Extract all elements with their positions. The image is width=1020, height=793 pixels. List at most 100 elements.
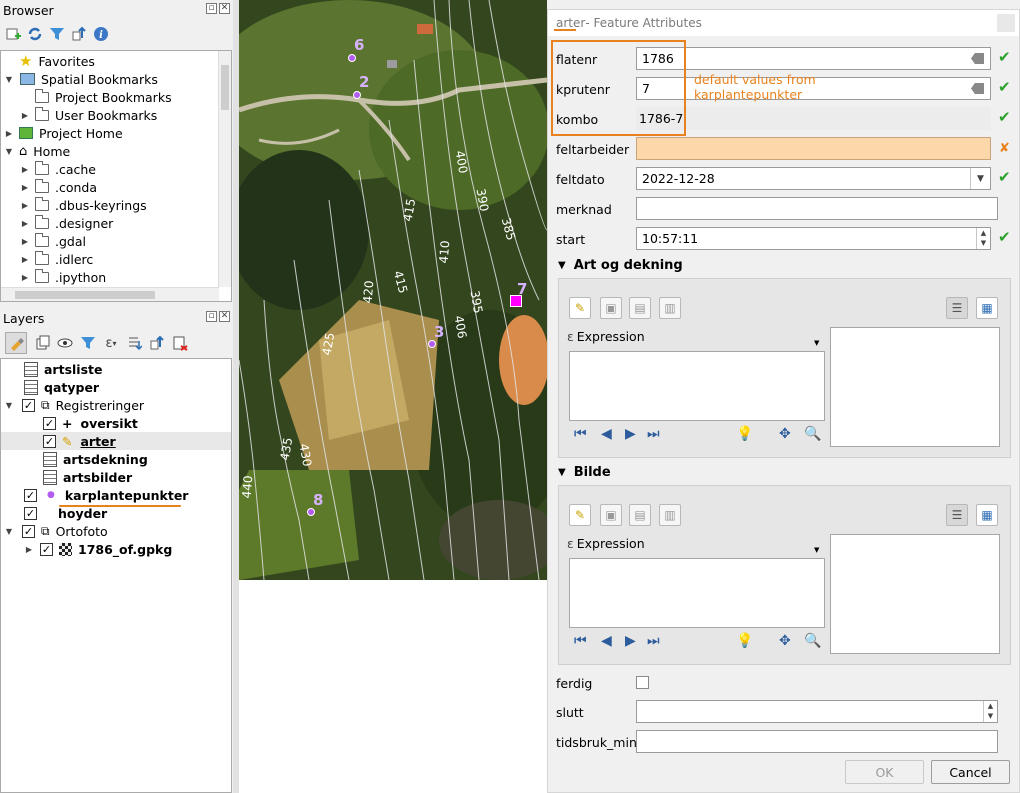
chevron-right-icon[interactable]: ▶ [20,164,30,174]
layer-qatyper[interactable]: qatyper [24,378,99,396]
close-icon[interactable]: ✕ [219,311,230,322]
chevron-down-icon[interactable]: ▼ [558,467,566,478]
table-view-icon[interactable]: ▦ [976,504,998,526]
map-canvas[interactable]: 400 390 385 415 410 395 420 415 406 425 … [239,0,547,580]
expression-selector[interactable]: ε Expression [567,329,645,344]
layer-checkbox[interactable]: ✓ [22,398,35,412]
chevron-down-icon[interactable]: ▼ [558,260,566,271]
browser-item-ipython[interactable]: ▶ .ipython [20,268,106,286]
form-view-icon[interactable]: ☰ [946,504,968,526]
highlight-feature-icon[interactable]: 💡 [736,633,753,649]
table-view-icon[interactable]: ▦ [976,297,998,319]
chevron-right-icon[interactable]: ▶ [20,236,30,246]
map-point[interactable] [353,91,361,99]
next-feature-icon[interactable]: ▶ [625,633,636,649]
previous-feature-icon[interactable]: ◀ [601,633,612,649]
pan-to-feature-icon[interactable]: ✥ [779,426,791,442]
delete-child-icon[interactable]: ▥ [659,297,681,319]
first-feature-icon[interactable]: ⏮ [574,633,587,649]
float-icon[interactable]: ▫ [206,311,217,322]
map-point[interactable] [428,340,436,348]
collapse-all-icon[interactable] [71,26,87,42]
add-group-icon[interactable] [34,335,50,351]
group-ortofoto[interactable]: ▼ ✓ ⧉ Ortofoto [4,522,108,540]
chevron-down-icon[interactable]: ▼ [4,526,14,536]
slutt-field[interactable]: ▲ ▼ [636,700,998,723]
add-layer-icon[interactable] [5,26,21,42]
layer-artsdekning[interactable]: artsdekning [43,450,148,468]
child-feature-list[interactable] [569,558,825,628]
zoom-to-feature-icon[interactable]: 🔍 [804,426,821,442]
chevron-down-icon[interactable]: ▼ [4,146,14,156]
chevron-right-icon[interactable]: ▶ [20,218,30,228]
remove-layer-icon[interactable] [172,335,188,351]
layer-artsliste[interactable]: artsliste [24,360,102,378]
browser-item-spatial-bookmarks[interactable]: ▼ Spatial Bookmarks [4,70,158,88]
browser-item-favorites[interactable]: ★ Favorites [19,52,95,70]
layer-checkbox[interactable]: ✓ [22,524,35,538]
chevron-down-icon[interactable]: ▼ [814,339,819,347]
close-button[interactable] [997,14,1015,32]
spinbox-arrows-icon[interactable]: ▲ ▼ [976,228,990,249]
chevron-right-icon[interactable]: ▶ [20,254,30,264]
feltarbeider-field[interactable] [636,137,991,160]
form-view-icon[interactable]: ☰ [946,297,968,319]
browser-item-home[interactable]: ▼ ⌂ Home [4,142,70,160]
highlight-feature-icon[interactable]: 💡 [736,426,753,442]
horizontal-scrollbar[interactable] [1,287,219,301]
section-header-bilde[interactable]: ▼ Bilde [558,465,611,480]
chevron-down-icon[interactable]: ▼ [814,546,819,554]
tidsbruk-min-field[interactable] [636,730,998,753]
layer-checkbox[interactable]: ✓ [43,434,56,448]
chevron-down-icon[interactable]: ▼ [4,74,14,84]
scrollbar-thumb[interactable] [221,65,229,110]
section-header-art-og-dekning[interactable]: ▼ Art og dekning [558,258,683,273]
ok-button[interactable]: OK [845,760,924,784]
layer-karplantepunkter[interactable]: ✓ ● karplantepunkter [24,486,188,504]
chevron-right-icon[interactable]: ▶ [24,544,34,554]
previous-feature-icon[interactable]: ◀ [601,426,612,442]
browser-item-idlerc[interactable]: ▶ .idlerc [20,250,93,268]
chevron-down-icon[interactable]: ▼ [970,168,990,189]
expression-filter-icon[interactable]: ε ▾ [103,335,119,351]
group-registreringer[interactable]: ▼ ✓ ⧉ Registreringer [4,396,144,414]
vertical-scrollbar[interactable] [218,51,231,287]
filter-legend-icon[interactable] [80,335,96,351]
expand-all-icon[interactable] [126,335,142,351]
expression-selector[interactable]: ε Expression [567,536,645,551]
toggle-edit-icon[interactable]: ✎ [569,504,591,526]
flatenr-field[interactable]: 1786 [636,47,991,70]
add-child-icon[interactable]: ▤ [629,297,651,319]
visibility-icon[interactable] [57,335,73,351]
browser-item-project-home[interactable]: ▶ Project Home [4,124,123,142]
chevron-right-icon[interactable]: ▶ [20,110,30,120]
clear-icon[interactable] [971,83,984,94]
last-feature-icon[interactable]: ⏭ [647,633,660,649]
browser-tree[interactable]: ★ Favorites ▼ Spatial Bookmarks Project Bo… [0,50,232,302]
browser-item-project-bookmarks[interactable]: Project Bookmarks [35,88,172,106]
pan-to-feature-icon[interactable]: ✥ [779,633,791,649]
zoom-to-feature-icon[interactable]: 🔍 [804,633,821,649]
layer-checkbox[interactable]: ✓ [24,506,37,520]
float-icon[interactable]: ▫ [206,3,217,14]
clear-icon[interactable] [971,53,984,64]
layer-checkbox[interactable]: ✓ [24,488,37,502]
toggle-edit-icon[interactable]: ✎ [569,297,591,319]
layer-arter[interactable]: ✓ ✎ arter [1,432,231,450]
delete-child-icon[interactable]: ▥ [659,504,681,526]
chevron-right-icon[interactable]: ▶ [20,272,30,282]
cancel-button[interactable]: Cancel [931,760,1010,784]
layer-oversikt[interactable]: ✓ + oversikt [43,414,138,432]
chevron-right-icon[interactable]: ▶ [20,182,30,192]
map-point[interactable] [307,508,315,516]
close-icon[interactable]: ✕ [219,3,230,14]
ferdig-checkbox[interactable] [636,676,649,689]
layer-artsbilder[interactable]: artsbilder [43,468,132,486]
info-icon[interactable]: i [93,26,109,42]
layer-1786-of-gpkg[interactable]: ▶ ✓ 1786_of.gpkg [24,540,172,558]
scrollbar-thumb[interactable] [15,291,155,299]
browser-item-user-bookmarks[interactable]: ▶ User Bookmarks [20,106,157,124]
save-edits-icon[interactable]: ▣ [600,297,622,319]
browser-item-gdal[interactable]: ▶ .gdal [20,232,86,250]
child-feature-list[interactable] [569,351,825,421]
